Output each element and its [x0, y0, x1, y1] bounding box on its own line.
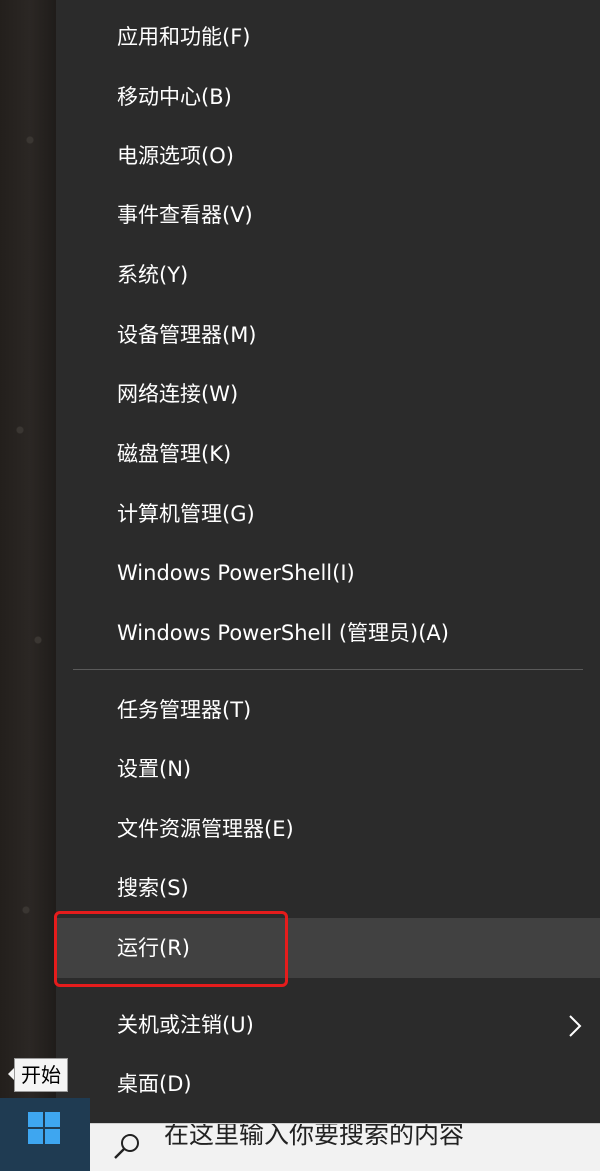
start-tooltip: 开始	[14, 1058, 68, 1092]
menu-item-powershell[interactable]: Windows PowerShell(I)	[56, 543, 600, 603]
menu-item-system[interactable]: 系统(Y)	[56, 245, 600, 305]
menu-item-device-manager[interactable]: 设备管理器(M)	[56, 305, 600, 365]
menu-item-label: 文件资源管理器(E)	[117, 817, 294, 841]
taskbar-search-box[interactable]: 在这里输入你要搜索的内容	[90, 1123, 600, 1171]
menu-item-mobility-center[interactable]: 移动中心(B)	[56, 67, 600, 127]
menu-item-label: 运行(R)	[117, 936, 190, 960]
menu-item-label: 任务管理器(T)	[117, 698, 252, 722]
menu-item-label: Windows PowerShell (管理员)(A)	[117, 621, 449, 645]
menu-item-shutdown-signout[interactable]: 关机或注销(U)	[56, 995, 600, 1055]
menu-item-label: 移动中心(B)	[117, 85, 232, 109]
menu-item-label: 搜索(S)	[117, 876, 189, 900]
menu-item-network-connections[interactable]: 网络连接(W)	[56, 364, 600, 424]
menu-item-computer-management[interactable]: 计算机管理(G)	[56, 484, 600, 544]
menu-item-label: Windows PowerShell(I)	[117, 561, 355, 585]
menu-separator	[73, 669, 583, 670]
chevron-right-icon	[568, 995, 582, 1055]
menu-item-powershell-admin[interactable]: Windows PowerShell (管理员)(A)	[56, 603, 600, 663]
menu-item-label: 关机或注销(U)	[117, 1013, 254, 1037]
menu-item-desktop[interactable]: 桌面(D)	[56, 1054, 600, 1114]
winx-context-menu: 应用和功能(F) 移动中心(B) 电源选项(O) 事件查看器(V) 系统(Y) …	[56, 0, 600, 1128]
menu-item-label: 应用和功能(F)	[117, 25, 251, 49]
menu-item-task-manager[interactable]: 任务管理器(T)	[56, 680, 600, 740]
menu-item-label: 设备管理器(M)	[117, 323, 257, 347]
menu-item-label: 事件查看器(V)	[117, 203, 253, 227]
menu-item-label: 电源选项(O)	[117, 144, 234, 168]
menu-item-label: 系统(Y)	[117, 263, 189, 287]
menu-item-power-options[interactable]: 电源选项(O)	[56, 126, 600, 186]
menu-item-event-viewer[interactable]: 事件查看器(V)	[56, 185, 600, 245]
menu-item-search[interactable]: 搜索(S)	[56, 858, 600, 918]
menu-item-label: 桌面(D)	[117, 1072, 192, 1096]
menu-item-apps-features[interactable]: 应用和功能(F)	[56, 7, 600, 67]
menu-item-file-explorer[interactable]: 文件资源管理器(E)	[56, 799, 600, 859]
menu-item-label: 网络连接(W)	[117, 382, 239, 406]
menu-item-label: 设置(N)	[117, 757, 192, 781]
start-button[interactable]	[0, 1098, 90, 1171]
menu-item-disk-management[interactable]: 磁盘管理(K)	[56, 424, 600, 484]
search-placeholder: 在这里输入你要搜索的内容	[164, 1123, 465, 1149]
search-icon	[112, 1132, 142, 1166]
windows-logo-icon	[28, 1112, 60, 1148]
menu-item-run[interactable]: 运行(R)	[56, 918, 600, 978]
menu-item-label: 磁盘管理(K)	[117, 442, 232, 466]
menu-item-settings[interactable]: 设置(N)	[56, 739, 600, 799]
menu-item-label: 计算机管理(G)	[117, 502, 255, 526]
